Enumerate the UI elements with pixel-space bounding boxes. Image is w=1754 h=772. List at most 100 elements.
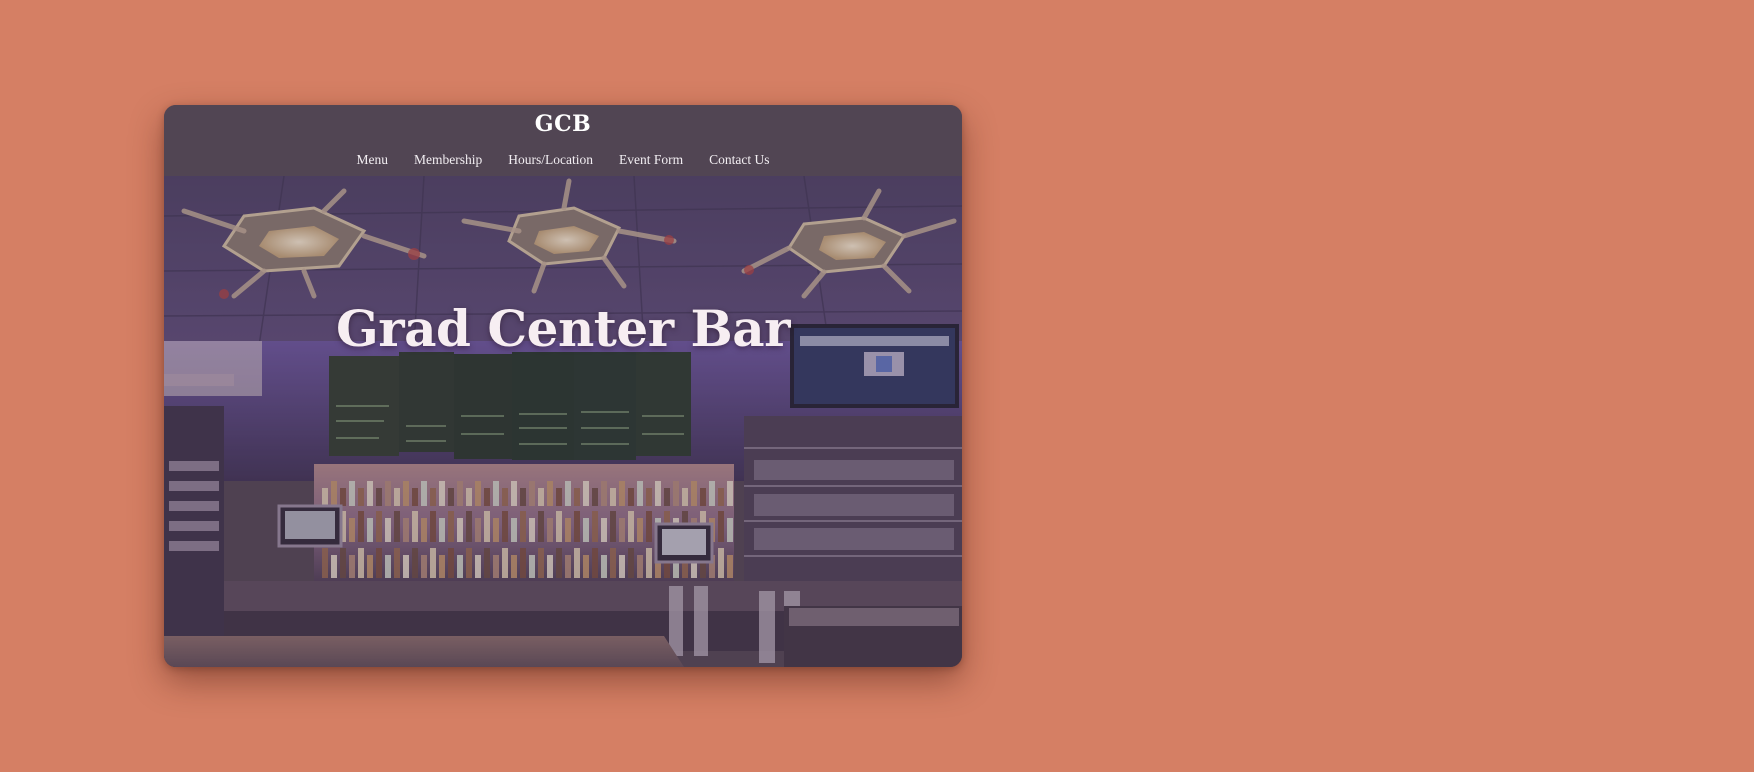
bottle-shape	[529, 481, 535, 506]
bottle-shape	[520, 548, 526, 578]
bottle-shape	[511, 481, 517, 506]
bottle-shape	[340, 488, 346, 506]
bottle-shape	[412, 488, 418, 506]
bottle-shape	[421, 481, 427, 506]
bottle-shape	[718, 511, 724, 542]
bottle-shape	[610, 548, 616, 578]
bottle-shape	[394, 511, 400, 542]
bottle-shape	[556, 511, 562, 542]
bottle-shape	[583, 555, 589, 578]
bottle-shape	[430, 488, 436, 506]
bottle-shape	[727, 555, 733, 578]
bottle-shape	[385, 518, 391, 542]
bottle-shape	[475, 555, 481, 578]
bottle-shape	[637, 481, 643, 506]
bottle-shape	[349, 518, 355, 542]
bottle-shape	[520, 488, 526, 506]
bottle-shape	[547, 518, 553, 542]
bottle-shape	[673, 481, 679, 506]
bottle-shape	[646, 548, 652, 578]
bottle-shape	[727, 481, 733, 506]
bottle-shape	[403, 518, 409, 542]
nav-item-membership[interactable]: Membership	[414, 152, 482, 168]
bottle-shape	[700, 488, 706, 506]
bottle-shape	[466, 548, 472, 578]
nav-item-event-form[interactable]: Event Form	[619, 152, 683, 168]
bottle-shape	[538, 488, 544, 506]
bottle-shape	[610, 488, 616, 506]
bottle-shape	[493, 481, 499, 506]
bottle-shape	[628, 511, 634, 542]
bottle-shape	[619, 555, 625, 578]
nav-item-menu[interactable]: Menu	[357, 152, 389, 168]
bottle-shape	[601, 481, 607, 506]
bottle-shape	[502, 511, 508, 542]
bottle-shape	[421, 555, 427, 578]
bottle-shape	[565, 518, 571, 542]
bottle-shape	[538, 511, 544, 542]
bottle-shape	[475, 481, 481, 506]
bottle-shape	[556, 488, 562, 506]
bottle-shape	[493, 518, 499, 542]
bottle-shape	[583, 481, 589, 506]
bottle-shape	[601, 555, 607, 578]
bottle-shape	[583, 518, 589, 542]
bottle-shape	[430, 548, 436, 578]
nav-item-hours-location[interactable]: Hours/Location	[508, 152, 593, 168]
bottle-shape	[493, 555, 499, 578]
bottle-shape	[394, 548, 400, 578]
bottle-shape	[664, 488, 670, 506]
bottle-shape	[619, 518, 625, 542]
bottle-shape	[448, 511, 454, 542]
bottle-shape	[547, 555, 553, 578]
bottle-shape	[547, 481, 553, 506]
bottle-shape	[655, 481, 661, 506]
bottle-shape	[628, 548, 634, 578]
bottle-shape	[448, 548, 454, 578]
bottle-shape	[709, 481, 715, 506]
bottle-shape	[385, 481, 391, 506]
bottle-shape	[637, 555, 643, 578]
main-nav: Menu Membership Hours/Location Event For…	[164, 152, 962, 168]
bottle-shape	[358, 488, 364, 506]
bottle-shape	[322, 548, 328, 578]
bottle-shape	[574, 488, 580, 506]
bottle-shape	[718, 548, 724, 578]
bottle-shape	[691, 481, 697, 506]
bottle-shape	[358, 548, 364, 578]
site-header: GCB Menu Membership Hours/Location Event…	[164, 105, 962, 176]
bottle-shape	[646, 511, 652, 542]
bottle-shape	[340, 548, 346, 578]
bottle-shape	[646, 488, 652, 506]
bar-interior-photo	[164, 176, 962, 667]
bottle-shape	[466, 511, 472, 542]
bottle-shape	[601, 518, 607, 542]
site-logo[interactable]: GCB	[164, 111, 962, 137]
bottle-shape	[385, 555, 391, 578]
browser-window: GCB Menu Membership Hours/Location Event…	[164, 105, 962, 667]
bottle-shape	[439, 481, 445, 506]
bottle-shape	[511, 518, 517, 542]
bottle-shape	[529, 518, 535, 542]
bottle-shape	[475, 518, 481, 542]
bottle-shape	[367, 518, 373, 542]
bottle-shape	[727, 518, 733, 542]
bottle-shape	[331, 481, 337, 506]
bottle-shape	[394, 488, 400, 506]
nav-item-contact-us[interactable]: Contact Us	[709, 152, 769, 168]
bottle-shape	[466, 488, 472, 506]
bottle-shape	[484, 511, 490, 542]
bottle-shape	[349, 481, 355, 506]
bottle-shape	[574, 511, 580, 542]
bottle-shape	[592, 511, 598, 542]
bottle-shape	[349, 555, 355, 578]
bottle-shape	[457, 555, 463, 578]
bottle-shape	[502, 488, 508, 506]
bottle-shape	[484, 548, 490, 578]
bottle-shape	[718, 488, 724, 506]
bottle-shape	[457, 481, 463, 506]
bottle-shape	[484, 488, 490, 506]
bottle-shape	[403, 481, 409, 506]
bottle-shape	[412, 511, 418, 542]
bottle-shape	[502, 548, 508, 578]
